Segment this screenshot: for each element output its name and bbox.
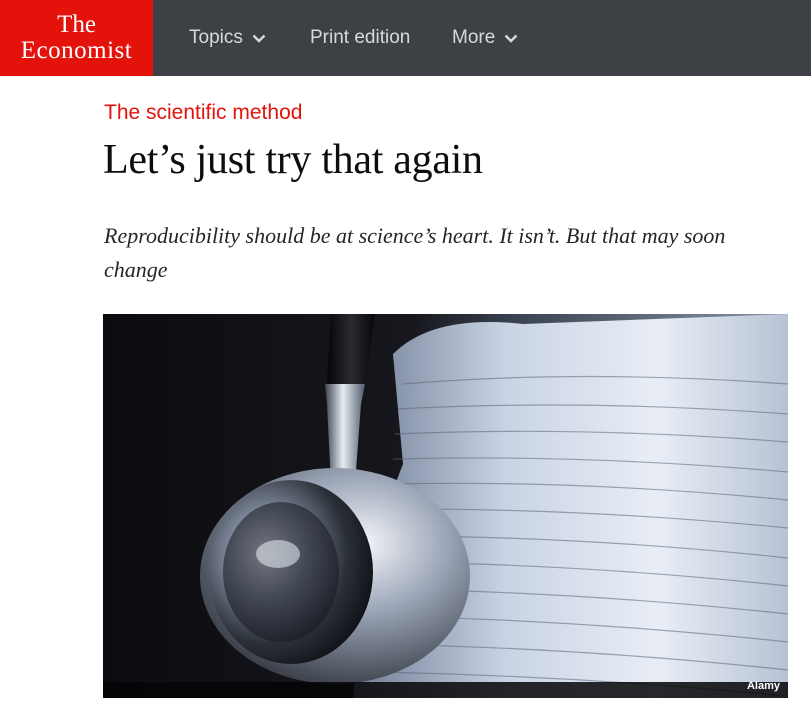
logo-line-1: The <box>57 10 96 38</box>
nav-item-more[interactable]: More <box>452 0 518 76</box>
article-rubric: Reproducibility should be at science’s h… <box>104 223 726 282</box>
logo-line-2: Economist <box>20 36 133 64</box>
article-headline: Let’s just try that again <box>103 137 483 183</box>
economist-logo[interactable]: The Economist <box>0 0 153 76</box>
image-credit: Alamy <box>746 680 780 692</box>
stethoscope-and-papers-illustration <box>103 314 788 698</box>
nav-item-topics-label: Topics <box>189 27 243 48</box>
nav-item-print-edition-label: Print edition <box>310 27 411 48</box>
nav-item-print-edition[interactable]: Print edition <box>310 0 410 76</box>
chevron-down-icon <box>252 34 266 43</box>
article-kicker[interactable]: The scientific method <box>104 101 302 125</box>
hero-image: Alamy <box>103 314 788 698</box>
top-navigation-bar: The Economist Topics Print edition More <box>0 0 811 76</box>
chevron-down-icon <box>504 34 518 43</box>
nav-item-topics[interactable]: Topics <box>189 0 266 76</box>
nav-item-more-label: More <box>452 27 496 48</box>
